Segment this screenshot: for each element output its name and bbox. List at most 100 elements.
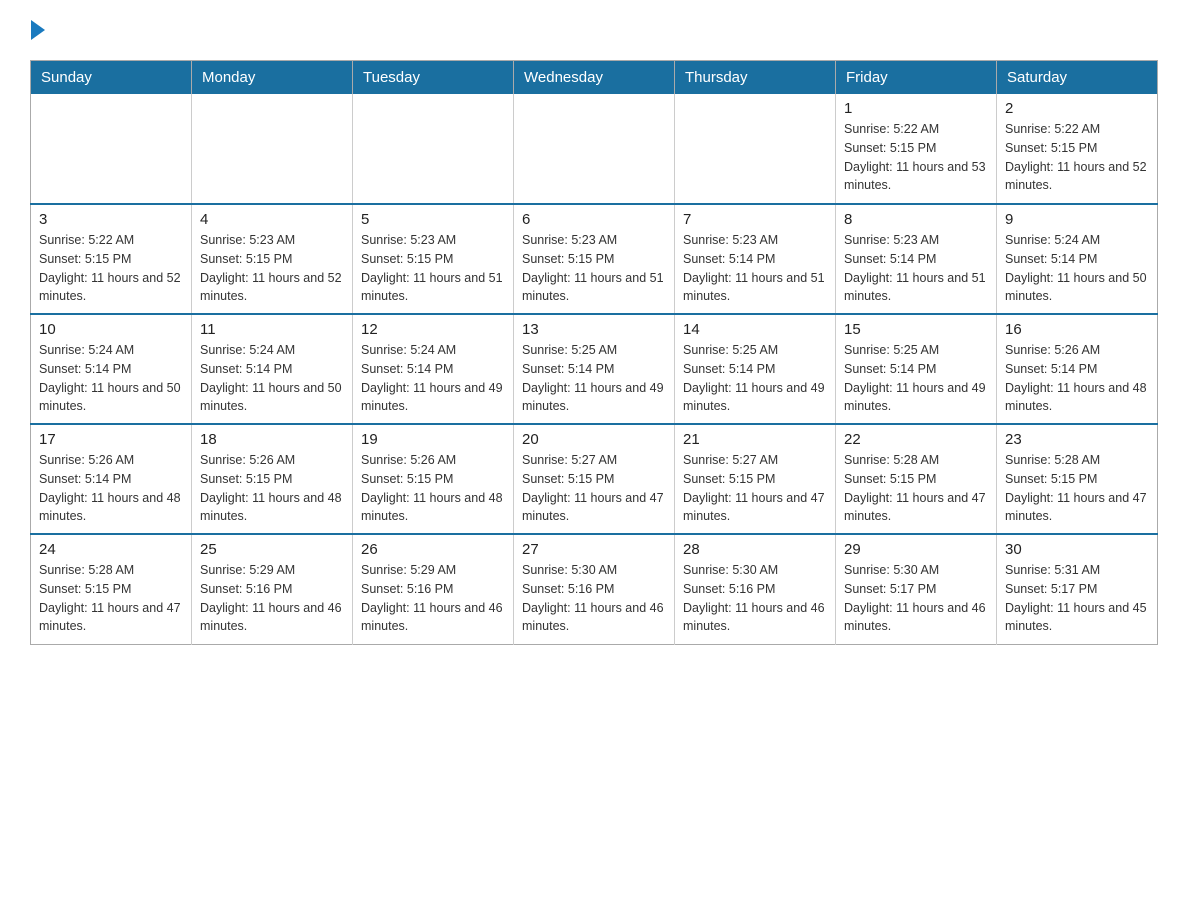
calendar-cell: 4 Sunrise: 5:23 AMSunset: 5:15 PMDaylight… — [192, 204, 353, 314]
day-number: 17 — [39, 431, 183, 448]
day-number: 4 — [200, 211, 344, 228]
calendar-week-row: 17 Sunrise: 5:26 AMSunset: 5:14 PMDayligh… — [31, 424, 1158, 534]
calendar-cell: 13 Sunrise: 5:25 AMSunset: 5:14 PMDayligh… — [514, 314, 675, 424]
calendar-cell: 3 Sunrise: 5:22 AMSunset: 5:15 PMDaylight… — [31, 204, 192, 314]
day-number: 3 — [39, 211, 183, 228]
day-number: 29 — [844, 541, 988, 558]
calendar-cell: 15 Sunrise: 5:25 AMSunset: 5:14 PMDayligh… — [836, 314, 997, 424]
day-info: Sunrise: 5:26 AMSunset: 5:14 PMDaylight:… — [39, 451, 183, 526]
calendar-cell: 9Sunrise: 5:24 AMSunset: 5:14 PMDaylight… — [997, 204, 1158, 314]
calendar-cell: 24 Sunrise: 5:28 AMSunset: 5:15 PMDayligh… — [31, 534, 192, 644]
day-number: 6 — [522, 211, 666, 228]
calendar-cell: 30 Sunrise: 5:31 AMSunset: 5:17 PMDayligh… — [997, 534, 1158, 644]
day-info: Sunrise: 5:25 AMSunset: 5:14 PMDaylight:… — [683, 341, 827, 416]
page-header — [30, 20, 1158, 40]
calendar-cell — [675, 94, 836, 204]
day-number: 5 — [361, 211, 505, 228]
day-info: Sunrise: 5:31 AMSunset: 5:17 PMDaylight:… — [1005, 561, 1149, 636]
logo — [30, 20, 46, 40]
calendar-cell: 11 Sunrise: 5:24 AMSunset: 5:14 PMDayligh… — [192, 314, 353, 424]
calendar-cell: 7 Sunrise: 5:23 AMSunset: 5:14 PMDaylight… — [675, 204, 836, 314]
calendar-cell — [514, 94, 675, 204]
day-info: Sunrise: 5:30 AMSunset: 5:16 PMDaylight:… — [683, 561, 827, 636]
day-number: 24 — [39, 541, 183, 558]
calendar-cell — [353, 94, 514, 204]
calendar-cell: 16 Sunrise: 5:26 AMSunset: 5:14 PMDayligh… — [997, 314, 1158, 424]
day-info: Sunrise: 5:23 AMSunset: 5:15 PMDaylight:… — [522, 231, 666, 306]
day-number: 26 — [361, 541, 505, 558]
calendar-cell: 18Sunrise: 5:26 AMSunset: 5:15 PMDayligh… — [192, 424, 353, 534]
day-number: 18 — [200, 431, 344, 448]
calendar-week-row: 1 Sunrise: 5:22 AMSunset: 5:15 PMDaylight… — [31, 94, 1158, 204]
calendar-week-row: 10Sunrise: 5:24 AMSunset: 5:14 PMDayligh… — [31, 314, 1158, 424]
day-info: Sunrise: 5:22 AMSunset: 5:15 PMDaylight:… — [844, 120, 988, 195]
day-info: Sunrise: 5:28 AMSunset: 5:15 PMDaylight:… — [844, 451, 988, 526]
day-info: Sunrise: 5:26 AMSunset: 5:15 PMDaylight:… — [361, 451, 505, 526]
day-info: Sunrise: 5:22 AMSunset: 5:15 PMDaylight:… — [39, 231, 183, 306]
day-info: Sunrise: 5:27 AMSunset: 5:15 PMDaylight:… — [683, 451, 827, 526]
day-info: Sunrise: 5:23 AMSunset: 5:15 PMDaylight:… — [200, 231, 344, 306]
calendar-table: SundayMondayTuesdayWednesdayThursdayFrid… — [30, 60, 1158, 645]
calendar-cell: 14 Sunrise: 5:25 AMSunset: 5:14 PMDayligh… — [675, 314, 836, 424]
calendar-cell — [31, 94, 192, 204]
weekday-header-tuesday: Tuesday — [353, 61, 514, 95]
day-info: Sunrise: 5:27 AMSunset: 5:15 PMDaylight:… — [522, 451, 666, 526]
day-number: 13 — [522, 321, 666, 338]
calendar-cell: 20 Sunrise: 5:27 AMSunset: 5:15 PMDayligh… — [514, 424, 675, 534]
weekday-header-monday: Monday — [192, 61, 353, 95]
calendar-cell: 26 Sunrise: 5:29 AMSunset: 5:16 PMDayligh… — [353, 534, 514, 644]
calendar-cell: 21 Sunrise: 5:27 AMSunset: 5:15 PMDayligh… — [675, 424, 836, 534]
calendar-cell: 22 Sunrise: 5:28 AMSunset: 5:15 PMDayligh… — [836, 424, 997, 534]
day-info: Sunrise: 5:24 AMSunset: 5:14 PMDaylight:… — [361, 341, 505, 416]
day-number: 12 — [361, 321, 505, 338]
weekday-header-friday: Friday — [836, 61, 997, 95]
day-info: Sunrise: 5:26 AMSunset: 5:14 PMDaylight:… — [1005, 341, 1149, 416]
day-number: 1 — [844, 100, 988, 117]
weekday-header-wednesday: Wednesday — [514, 61, 675, 95]
day-number: 27 — [522, 541, 666, 558]
calendar-cell: 2Sunrise: 5:22 AMSunset: 5:15 PMDaylight… — [997, 94, 1158, 204]
day-info: Sunrise: 5:29 AMSunset: 5:16 PMDaylight:… — [200, 561, 344, 636]
day-info: Sunrise: 5:22 AMSunset: 5:15 PMDaylight:… — [1005, 120, 1149, 195]
calendar-cell: 23 Sunrise: 5:28 AMSunset: 5:15 PMDayligh… — [997, 424, 1158, 534]
day-number: 9 — [1005, 211, 1149, 228]
day-info: Sunrise: 5:30 AMSunset: 5:16 PMDaylight:… — [522, 561, 666, 636]
day-info: Sunrise: 5:30 AMSunset: 5:17 PMDaylight:… — [844, 561, 988, 636]
calendar-cell: 25 Sunrise: 5:29 AMSunset: 5:16 PMDayligh… — [192, 534, 353, 644]
calendar-cell: 29 Sunrise: 5:30 AMSunset: 5:17 PMDayligh… — [836, 534, 997, 644]
day-number: 19 — [361, 431, 505, 448]
calendar-header-row: SundayMondayTuesdayWednesdayThursdayFrid… — [31, 61, 1158, 95]
day-number: 11 — [200, 321, 344, 338]
day-number: 14 — [683, 321, 827, 338]
calendar-cell: 6 Sunrise: 5:23 AMSunset: 5:15 PMDaylight… — [514, 204, 675, 314]
day-number: 7 — [683, 211, 827, 228]
calendar-cell: 1 Sunrise: 5:22 AMSunset: 5:15 PMDaylight… — [836, 94, 997, 204]
calendar-cell: 12 Sunrise: 5:24 AMSunset: 5:14 PMDayligh… — [353, 314, 514, 424]
day-info: Sunrise: 5:25 AMSunset: 5:14 PMDaylight:… — [844, 341, 988, 416]
calendar-cell: 10Sunrise: 5:24 AMSunset: 5:14 PMDayligh… — [31, 314, 192, 424]
day-info: Sunrise: 5:25 AMSunset: 5:14 PMDaylight:… — [522, 341, 666, 416]
day-number: 21 — [683, 431, 827, 448]
day-number: 20 — [522, 431, 666, 448]
day-info: Sunrise: 5:28 AMSunset: 5:15 PMDaylight:… — [1005, 451, 1149, 526]
calendar-cell: 27 Sunrise: 5:30 AMSunset: 5:16 PMDayligh… — [514, 534, 675, 644]
weekday-header-sunday: Sunday — [31, 61, 192, 95]
weekday-header-thursday: Thursday — [675, 61, 836, 95]
day-number: 15 — [844, 321, 988, 338]
day-info: Sunrise: 5:23 AMSunset: 5:14 PMDaylight:… — [683, 231, 827, 306]
weekday-header-saturday: Saturday — [997, 61, 1158, 95]
day-number: 22 — [844, 431, 988, 448]
day-number: 16 — [1005, 321, 1149, 338]
day-number: 8 — [844, 211, 988, 228]
day-number: 23 — [1005, 431, 1149, 448]
day-number: 25 — [200, 541, 344, 558]
calendar-cell: 5Sunrise: 5:23 AMSunset: 5:15 PMDaylight… — [353, 204, 514, 314]
day-number: 28 — [683, 541, 827, 558]
day-info: Sunrise: 5:28 AMSunset: 5:15 PMDaylight:… — [39, 561, 183, 636]
day-info: Sunrise: 5:29 AMSunset: 5:16 PMDaylight:… — [361, 561, 505, 636]
calendar-cell: 19 Sunrise: 5:26 AMSunset: 5:15 PMDayligh… — [353, 424, 514, 534]
day-number: 30 — [1005, 541, 1149, 558]
day-info: Sunrise: 5:24 AMSunset: 5:14 PMDaylight:… — [200, 341, 344, 416]
calendar-cell: 28 Sunrise: 5:30 AMSunset: 5:16 PMDayligh… — [675, 534, 836, 644]
day-info: Sunrise: 5:23 AMSunset: 5:14 PMDaylight:… — [844, 231, 988, 306]
